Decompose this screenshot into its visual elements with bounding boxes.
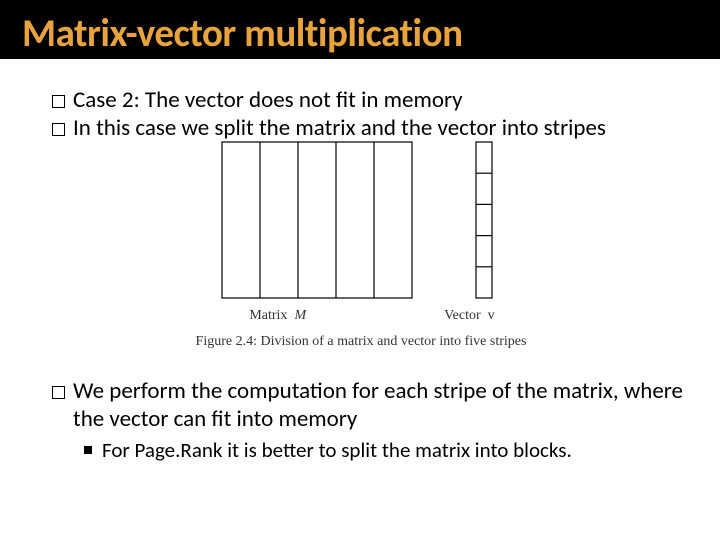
matrix-symbol: M: [294, 308, 306, 323]
slide: Matrix-vector multiplication Case 2: The…: [0, 0, 720, 540]
vector-symbol: v: [488, 308, 495, 323]
vector-label: Vector v: [444, 308, 495, 324]
figure-stripes: Matrix M Vector v Figure 2.4: Division o…: [152, 136, 570, 350]
matrix-label-text: Matrix: [249, 308, 287, 323]
matrix-label: Matrix M: [249, 308, 306, 324]
sub-bullet-text: For Page.Rank it is better to split the …: [102, 437, 572, 463]
bullet-case2: Case 2: The vector does not fit in memor…: [52, 87, 684, 115]
checkbox-icon: [52, 386, 65, 399]
bullet-text: We perform the computation for each stri…: [73, 378, 684, 433]
figure-labels: Matrix M Vector v: [152, 308, 570, 324]
figure-caption: Figure 2.4: Division of a matrix and vec…: [152, 334, 570, 350]
square-bullet-icon: [84, 446, 92, 454]
checkbox-icon: [52, 95, 65, 108]
stripes-diagram-svg: [152, 136, 570, 306]
title-bar: Matrix-vector multiplication: [0, 0, 720, 59]
bullet-text: Case 2: The vector does not fit in memor…: [73, 87, 463, 115]
slide-title: Matrix-vector multiplication: [22, 10, 463, 57]
vector-label-text: Vector: [444, 308, 481, 323]
sub-bullet-pagerank: For Page.Rank it is better to split the …: [84, 437, 684, 463]
checkbox-icon: [52, 123, 65, 136]
bullet-perform: We perform the computation for each stri…: [52, 378, 684, 433]
content-area: Case 2: The vector does not fit in memor…: [0, 59, 720, 142]
lower-content: We perform the computation for each stri…: [52, 378, 684, 463]
